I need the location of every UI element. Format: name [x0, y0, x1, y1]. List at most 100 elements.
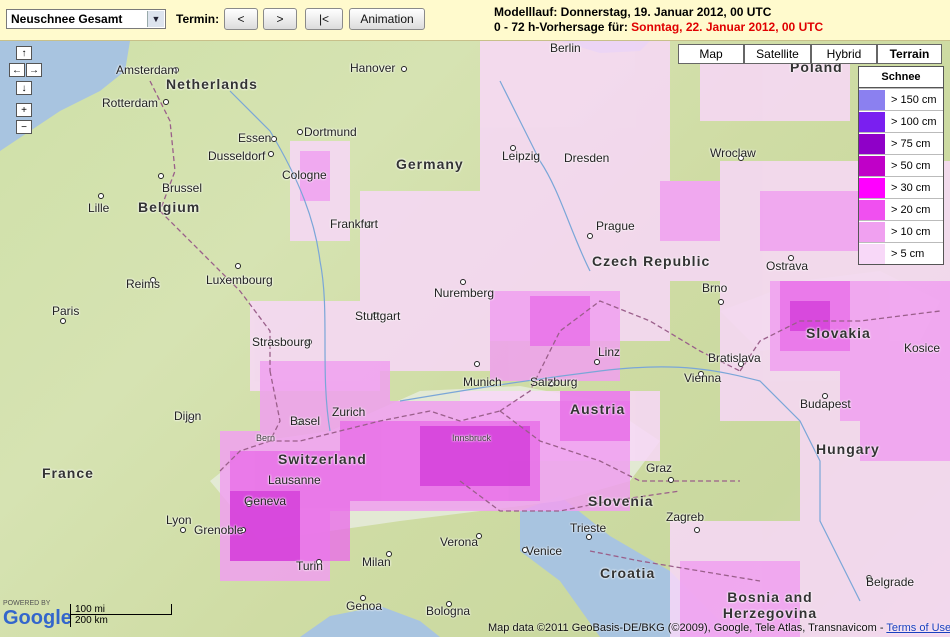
city-label: Trieste [570, 521, 607, 535]
legend-label: > 75 cm [891, 137, 931, 150]
legend-swatch [859, 221, 885, 242]
legend-row: > 30 cm [859, 176, 943, 198]
city-label: Zurich [332, 405, 366, 419]
termin-label: Termin: [176, 12, 220, 26]
city-label: Prague [596, 219, 635, 233]
city-dot [60, 318, 66, 324]
map-type-hybrid[interactable]: Hybrid [811, 44, 877, 64]
city-label: Dusseldorf [208, 149, 266, 163]
legend-row: > 5 cm [859, 242, 943, 264]
legend-row: > 20 cm [859, 198, 943, 220]
city-label: Dijon [174, 409, 202, 423]
map-type-satellite[interactable]: Satellite [744, 44, 811, 64]
city-label: Verona [440, 535, 479, 549]
legend-row: > 10 cm [859, 220, 943, 242]
parameter-select[interactable]: Neuschnee Gesamt ▼ [6, 9, 166, 29]
city-label: Graz [646, 461, 673, 475]
map-type-map[interactable]: Map [678, 44, 744, 64]
legend-swatch [859, 111, 885, 132]
scale-mi: 100 mi [70, 604, 172, 615]
first-button[interactable]: |< [305, 8, 343, 30]
zoom-in-button[interactable]: + [16, 103, 32, 117]
chevron-down-icon[interactable]: ▼ [147, 11, 164, 27]
city-dot [718, 299, 724, 305]
legend-row: > 50 cm [859, 154, 943, 176]
legend-label: > 10 cm [891, 225, 931, 238]
legend-label: > 30 cm [891, 181, 931, 194]
city-label: Bern [256, 433, 276, 443]
forecast-prefix: 0 - 72 h-Vorhersage für: [494, 20, 628, 34]
zoom-out-button[interactable]: − [16, 120, 32, 134]
country-label: Bosnia and Herzegovina [722, 589, 818, 621]
city-label: Luxembourg [206, 273, 273, 287]
city-dot [158, 173, 164, 179]
city-label: Amsterdam [116, 63, 178, 77]
city-label: Nuremberg [434, 286, 495, 300]
animation-button[interactable]: Animation [349, 8, 425, 30]
city-dot [401, 66, 407, 72]
city-dot [180, 527, 186, 533]
country-label: Netherlands [166, 76, 258, 92]
city-label: Brno [702, 281, 728, 295]
legend-row: > 150 cm [859, 88, 943, 110]
legend-label: > 50 cm [891, 159, 931, 172]
city-label: Cologne [282, 168, 327, 182]
city-label: Budapest [800, 397, 851, 411]
snow-legend: Schnee > 150 cm > 100 cm > 75 cm > 50 cm > 3… [858, 66, 944, 265]
legend-swatch [859, 155, 885, 176]
country-label: Czech Republic [592, 253, 711, 269]
city-label: Berlin [550, 41, 581, 55]
country-label: Switzerland [278, 451, 367, 467]
city-dot [594, 359, 600, 365]
country-label: Croatia [600, 565, 656, 581]
city-label: Genoa [346, 599, 383, 613]
legend-title: Schnee [859, 67, 943, 88]
pan-down-button[interactable]: ↓ [16, 81, 32, 95]
city-label: Leipzig [502, 149, 541, 163]
parameter-select-value: Neuschnee Gesamt [11, 12, 123, 26]
google-logo-text: Google [3, 607, 72, 629]
legend-row: > 75 cm [859, 132, 943, 154]
city-label: Hanover [350, 61, 396, 75]
country-label: Austria [570, 401, 626, 417]
city-dot [474, 361, 480, 367]
pan-left-button[interactable]: ← [9, 63, 25, 77]
legend-label: > 100 cm [891, 115, 937, 128]
city-label: Reims [126, 277, 161, 291]
city-label: Vienna [684, 371, 722, 385]
city-label: Paris [52, 304, 80, 318]
city-label: Turin [296, 559, 323, 573]
legend-row: > 100 cm [859, 110, 943, 132]
city-label: Brussel [162, 181, 203, 195]
city-label: Belgrade [866, 575, 915, 589]
terms-link[interactable]: Terms of Use [886, 622, 950, 634]
next-button[interactable]: > [263, 8, 297, 30]
city-dot [297, 129, 303, 135]
powered-by-label: POWERED BY [3, 600, 51, 607]
toolbar: Neuschnee Gesamt ▼ Termin: < > |< Animat… [0, 0, 950, 41]
city-label: Munich [463, 375, 502, 389]
city-dot [668, 477, 674, 483]
country-label: Slovenia [588, 493, 654, 509]
country-label: France [42, 465, 94, 481]
map-type-terrain[interactable]: Terrain [877, 44, 942, 64]
city-label: Grenoble [194, 523, 244, 537]
google-logo: POWERED BY Google [3, 600, 72, 630]
city-label: Bratislava [708, 351, 761, 365]
city-label: Lyon [166, 513, 192, 527]
city-label: Lausanne [268, 473, 321, 487]
pan-up-button[interactable]: ↑ [16, 46, 32, 60]
city-label: Lille [88, 201, 110, 215]
city-label: Kosice [904, 341, 941, 355]
scale-bar: 100 mi 200 km [70, 604, 172, 627]
city-dot [268, 151, 274, 157]
prev-button[interactable]: < [224, 8, 258, 30]
city-label: Strasbourg [252, 335, 311, 349]
pan-right-button[interactable]: → [26, 63, 42, 77]
city-label: Essen [238, 131, 272, 145]
map-canvas[interactable]: Netherlands Germany Belgium France Switz… [0, 41, 950, 637]
city-label: Bologna [426, 604, 471, 618]
legend-swatch [859, 133, 885, 154]
copyright-text: Map data ©2011 GeoBasis-DE/BKG (©2009), … [488, 622, 884, 634]
model-run-info: Modelllauf: Donnerstag, 19. Januar 2012,… [494, 5, 772, 19]
